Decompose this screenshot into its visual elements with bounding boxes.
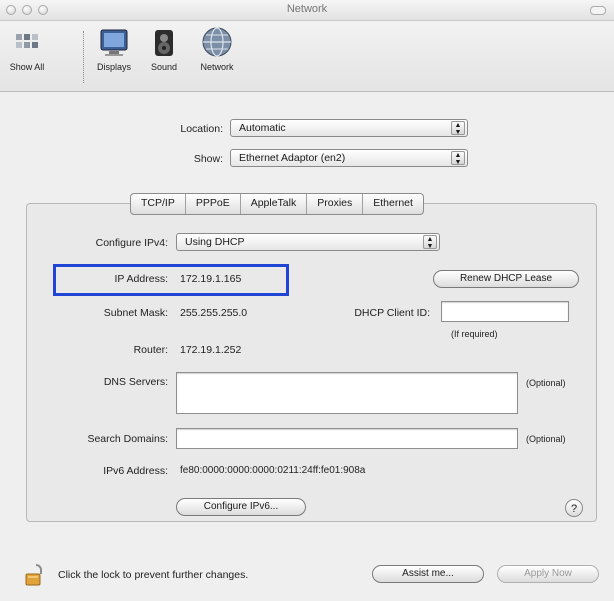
ipv6-address-label: IPv6 Address:: [103, 465, 168, 477]
tab-pppoe[interactable]: PPPoE: [186, 194, 241, 214]
configure-ipv4-label: Configure IPv4:: [95, 237, 168, 249]
show-value: Ethernet Adaptor (en2): [239, 152, 346, 164]
router-label: Router:: [133, 344, 168, 356]
subnet-mask-label: Subnet Mask:: [103, 307, 168, 319]
help-button[interactable]: ?: [565, 499, 583, 517]
show-all-icon: [10, 25, 44, 59]
network-preferences-window: Network Show All Displays Sound Network …: [0, 0, 614, 601]
toolbar-sound-label: Sound: [150, 62, 178, 72]
search-domains-hint: (Optional): [526, 434, 566, 444]
dns-servers-hint: (Optional): [526, 378, 566, 388]
tab-bar: TCP/IP PPPoE AppleTalk Proxies Ethernet: [130, 193, 424, 215]
dhcp-client-id-label: DHCP Client ID:: [354, 307, 430, 319]
popup-arrows-icon: ▲ ▼: [451, 121, 465, 136]
search-domains-field[interactable]: [176, 428, 518, 449]
sound-icon: [147, 25, 181, 59]
show-label: Show:: [193, 153, 223, 165]
configure-ipv4-value: Using DHCP: [185, 236, 245, 248]
toolbar-separator: [83, 31, 84, 83]
configure-ipv4-popup[interactable]: Using DHCP ▲ ▼: [176, 233, 440, 251]
toolbar-network-label: Network: [200, 62, 234, 72]
location-popup[interactable]: Automatic ▲ ▼: [230, 119, 468, 137]
toolbar-toggle-icon[interactable]: [590, 6, 606, 15]
window-title: Network: [286, 3, 328, 15]
apply-now-button[interactable]: Apply Now: [497, 565, 599, 583]
location-value: Automatic: [239, 122, 286, 134]
popup-arrows-icon: ▲ ▼: [423, 235, 437, 250]
router-value: 172.19.1.252: [180, 344, 242, 356]
toolbar-network-button[interactable]: Network: [190, 25, 244, 72]
title-bar: Network: [0, 0, 614, 21]
tab-tcpip[interactable]: TCP/IP: [131, 194, 186, 214]
network-icon: [200, 25, 234, 59]
lock-message: Click the lock to prevent further change…: [58, 569, 249, 581]
dns-servers-label: DNS Servers:: [103, 376, 168, 388]
toolbar-displays-button[interactable]: Displays: [92, 25, 136, 72]
displays-icon: [97, 25, 131, 59]
lock-icon[interactable]: [24, 563, 48, 587]
toolbar-show-all-label: Show All: [9, 62, 45, 72]
dns-servers-field[interactable]: [176, 372, 518, 414]
ip-address-highlight: [53, 264, 289, 296]
assist-me-button[interactable]: Assist me...: [372, 565, 484, 583]
ipv6-address-value: fe80:0000:0000:0000:0211:24ff:fe01:908a: [180, 465, 366, 476]
toolbar-show-all-button[interactable]: Show All: [4, 25, 50, 72]
popup-arrows-icon: ▲ ▼: [451, 151, 465, 166]
renew-dhcp-lease-button[interactable]: Renew DHCP Lease: [433, 270, 579, 288]
tab-appletalk[interactable]: AppleTalk: [241, 194, 308, 214]
dhcp-client-id-field[interactable]: [441, 301, 569, 322]
location-label: Location:: [180, 123, 223, 135]
tab-ethernet[interactable]: Ethernet: [363, 194, 423, 214]
tab-proxies[interactable]: Proxies: [307, 194, 364, 214]
toolbar: Show All Displays Sound Network: [0, 21, 614, 92]
configure-ipv6-button[interactable]: Configure IPv6...: [176, 498, 306, 516]
toolbar-displays-label: Displays: [96, 62, 131, 72]
show-popup[interactable]: Ethernet Adaptor (en2) ▲ ▼: [230, 149, 468, 167]
subnet-mask-value: 255.255.255.0: [180, 307, 248, 319]
toolbar-sound-button[interactable]: Sound: [146, 25, 182, 72]
search-domains-label: Search Domains:: [87, 433, 168, 445]
dhcp-client-id-hint: (If required): [451, 329, 498, 339]
